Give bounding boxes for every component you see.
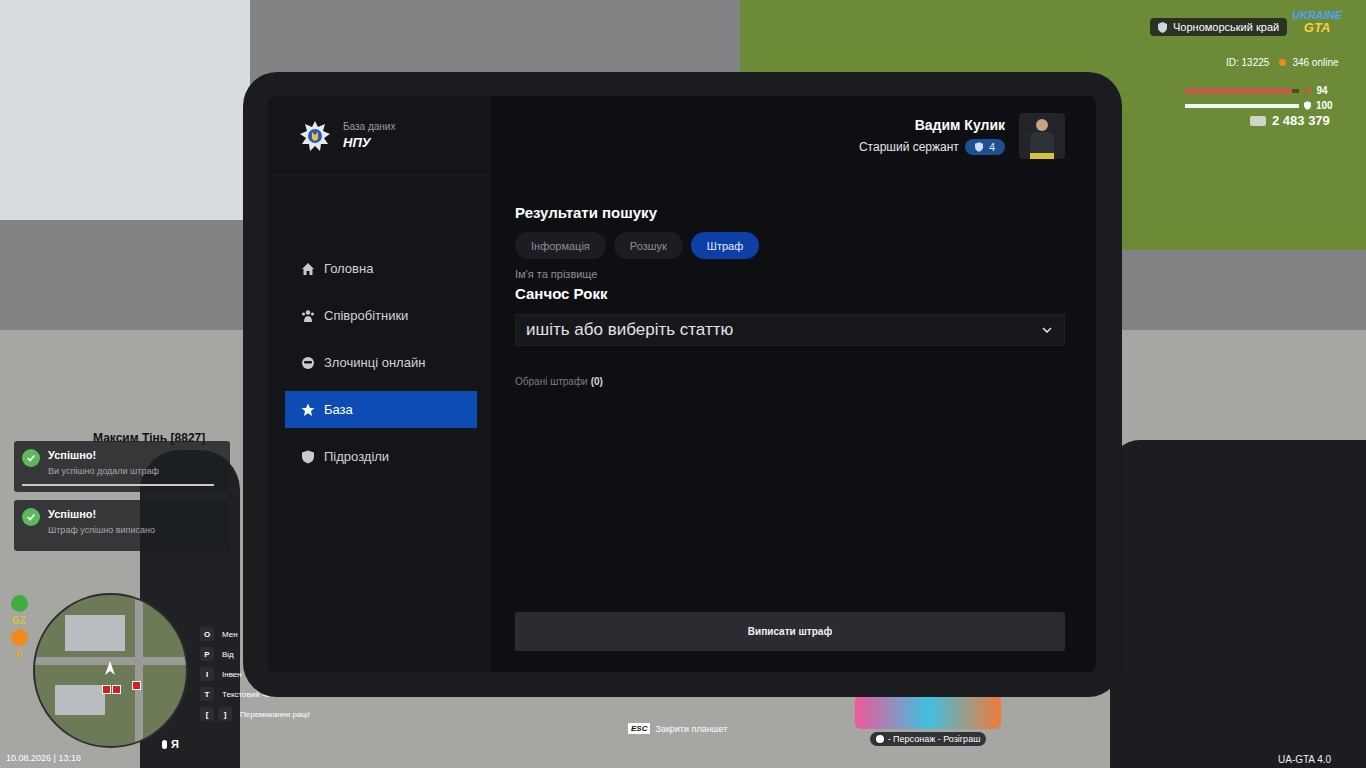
money-icon (1250, 116, 1266, 126)
name-label: Ім'я та прізвище (515, 268, 1065, 280)
sidebar-nav: Головна Співробітники Злочинці онлайн База П… (285, 250, 477, 475)
marker-icon (132, 681, 141, 690)
key-cap: [ (200, 707, 214, 721)
tablet: База данихНПУ Головна Співробітники Злочинц… (243, 72, 1122, 697)
money: 2 483 379 (1250, 113, 1330, 128)
tab[interactable]: Штраф (691, 232, 759, 259)
sidebar-item[interactable]: База (285, 391, 477, 428)
main-panel: Вадим КуликСтарший сержант4 Результати по… (491, 96, 1096, 672)
status-text: 0 (16, 649, 22, 660)
region-badge: Чорноморський край (1150, 18, 1287, 36)
selected-fines: Обрані штрафи(0) (515, 376, 1065, 387)
notification: Успішно!Ви успішно додали штраф (14, 441, 230, 492)
key-cap: T (200, 687, 214, 701)
sidebar: База данихНПУ Головна Співробітники Злочинц… (268, 96, 491, 672)
armor-icon (1304, 101, 1311, 110)
game-screen: Чорноморський край UKRAINEGTA ID: 13225346… (0, 0, 1366, 768)
player-id: ID: 13225346 online (1226, 57, 1339, 68)
status-icon (11, 629, 28, 646)
server-logo: UKRAINEGTA (1292, 10, 1342, 34)
police-badge-icon (299, 120, 331, 152)
person-name: Санчос Рокк (515, 285, 1065, 302)
datetime: 10.08.2026 | 13:16 (6, 753, 81, 763)
key-cap: ] (218, 707, 232, 721)
close-hint: ESCЗакрити планшет (628, 723, 728, 734)
user-header: Вадим КуликСтарший сержант4 (515, 113, 1065, 159)
check-icon (22, 508, 40, 526)
marker-icon (112, 685, 121, 694)
promo-banner[interactable] (855, 695, 1001, 729)
shield-icon (1158, 22, 1167, 33)
brand: База данихНПУ (268, 96, 491, 176)
sidebar-item[interactable]: Підрозділи (285, 438, 477, 475)
key-cap: P (200, 647, 214, 661)
online-icon (1279, 59, 1286, 66)
sidebar-item[interactable]: Співробітники (285, 297, 477, 334)
promo[interactable]: - Персонаж - Розіграш (855, 695, 1001, 746)
tabs: Інформація Розшук Штраф (515, 232, 1065, 259)
notifications: Успішно!Ви успішно додали штраф Успішно!Ш… (14, 441, 230, 551)
mask-icon (301, 356, 315, 370)
key-cap: O (200, 627, 214, 641)
building (0, 0, 250, 220)
notification-timer (22, 543, 222, 545)
notification-timer (22, 484, 222, 486)
player-arrow-icon (105, 661, 115, 675)
notification: Успішно!Штраф успішно виписано (14, 500, 230, 551)
key-cap: I (200, 667, 214, 681)
shield-icon (301, 450, 315, 464)
people-icon (301, 309, 315, 323)
armor-bar: 100 (1185, 100, 1333, 111)
shield-icon (975, 142, 983, 152)
check-icon (22, 449, 40, 467)
key-icon (876, 735, 884, 743)
chevron-down-icon (1042, 327, 1052, 333)
home-icon (301, 262, 315, 276)
mic-icon (162, 740, 167, 749)
sidebar-item[interactable]: Злочинці онлайн (285, 344, 477, 381)
page-title: Результати пошуку (515, 204, 1065, 221)
status-icon (11, 595, 28, 612)
avatar (1019, 113, 1065, 159)
tab[interactable]: Інформація (515, 232, 606, 259)
star-icon (301, 403, 315, 417)
key-cap: ESC (628, 723, 650, 734)
rank-badge: 4 (965, 139, 1005, 155)
marker-icon (102, 685, 111, 694)
voice-indicator: Я (162, 738, 179, 750)
sidebar-item[interactable]: Головна (285, 250, 477, 287)
status-text: GZ (12, 615, 26, 626)
submit-fine-button[interactable]: Виписати штраф (515, 612, 1065, 651)
status-icons: GZ 0 (9, 595, 29, 660)
minimap (33, 593, 188, 748)
car (1110, 440, 1366, 768)
key-hint: []Перемикання рації (200, 707, 310, 721)
health-bar: ✚94 (1185, 85, 1328, 96)
health-icon: ✚ (1304, 86, 1312, 96)
article-select[interactable]: ишіть або виберіть статтю (515, 314, 1065, 346)
tab[interactable]: Розшук (614, 232, 683, 259)
version: UA-GTA 4.0 (1278, 754, 1331, 765)
